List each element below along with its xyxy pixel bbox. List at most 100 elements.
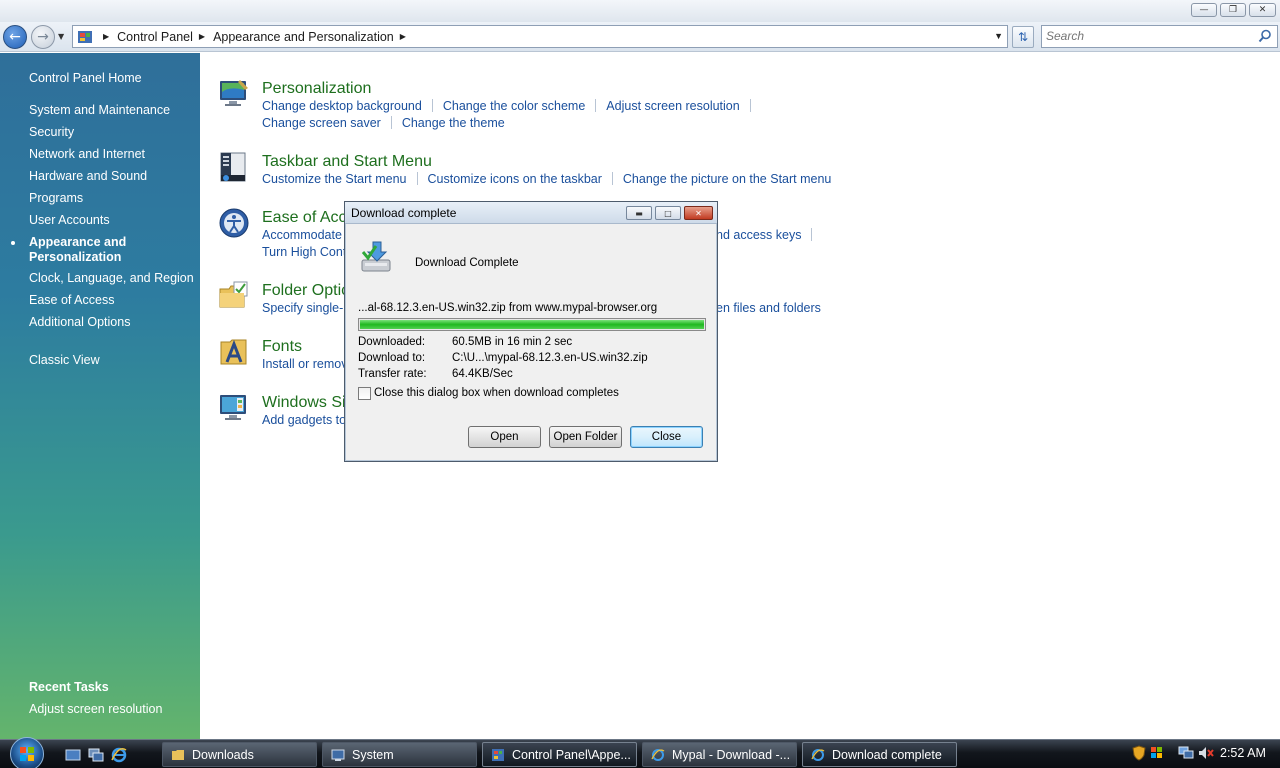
taskbar-item-download-complete[interactable]: Download complete <box>802 742 957 767</box>
link-access-keys-fragment[interactable]: nd access keys <box>716 228 801 242</box>
classic-view-link[interactable]: Classic View <box>29 353 100 368</box>
link-accommodate[interactable]: Accommodate <box>262 228 342 242</box>
nav-hardware-and-sound[interactable]: Hardware and Sound <box>29 169 147 184</box>
link-add-gadgets[interactable]: Add gadgets to <box>262 413 346 427</box>
taskbar-item-label: Mypal - Download -... <box>672 747 791 762</box>
search-input[interactable] <box>1046 29 1246 43</box>
taskbar-item-system[interactable]: System <box>322 742 477 767</box>
folder-options-icon <box>219 281 248 308</box>
link-hidden-files-fragment[interactable]: en files and folders <box>716 301 821 315</box>
open-button[interactable]: Open <box>468 426 541 448</box>
download-source: ...al-68.12.3.en-US.win32.zip from www.m… <box>358 302 658 314</box>
nav-appearance-and-personalization[interactable]: Appearance and Personalization <box>29 235 129 265</box>
link-install-remove-font[interactable]: Install or remov <box>262 357 347 371</box>
close-when-complete-label[interactable]: Close this dialog box when download comp… <box>374 387 619 399</box>
dialog-title-bar[interactable]: Download complete ▬ □ ✕ <box>345 202 717 224</box>
nav-clock-language-region[interactable]: Clock, Language, and Region <box>29 271 194 286</box>
taskbar-item-downloads[interactable]: Downloads <box>162 742 317 767</box>
windows-logo-icon <box>20 747 34 761</box>
breadcrumb-control-panel[interactable]: Control Panel <box>117 30 193 44</box>
minimize-icon: — <box>1199 5 1209 15</box>
category-links: Add gadgets to <box>262 413 346 427</box>
recent-pages-dropdown[interactable]: ▼ <box>58 32 64 41</box>
taskbar-item-label: Downloads <box>192 747 254 762</box>
search-box[interactable] <box>1041 25 1278 48</box>
address-field[interactable]: ▶ Control Panel ▶ Appearance and Persona… <box>72 25 1008 48</box>
download-progress-bar <box>358 318 706 331</box>
dialog-title: Download complete <box>351 206 457 220</box>
category-links: Customize the Start menu Customize icons … <box>262 172 831 186</box>
breadcrumb-separator-icon: ▶ <box>399 32 406 41</box>
dialog-minimize-button[interactable]: ▬ <box>626 206 652 220</box>
back-button[interactable]: ← <box>3 25 27 49</box>
maximize-icon: ❐ <box>1228 5 1238 15</box>
category-links-right: nd access keys <box>716 228 822 242</box>
link-separator <box>811 228 813 241</box>
refresh-icon: ⇅ <box>1017 30 1029 44</box>
link-customize-start-menu[interactable]: Customize the Start menu <box>262 172 407 186</box>
taskbar-item-control-panel[interactable]: Control Panel\Appe... <box>482 742 637 767</box>
control-panel-icon <box>492 748 504 761</box>
show-desktop-icon[interactable] <box>65 747 81 763</box>
back-arrow-icon: ← <box>9 29 21 45</box>
clock[interactable]: 2:52 AM <box>1220 746 1266 760</box>
breadcrumb-appearance[interactable]: Appearance and Personalization <box>213 30 394 44</box>
nav-ease-of-access[interactable]: Ease of Access <box>29 293 114 308</box>
link-adjust-screen-resolution[interactable]: Adjust screen resolution <box>606 99 739 113</box>
forward-button[interactable]: → <box>31 25 55 49</box>
nav-programs[interactable]: Programs <box>29 191 83 206</box>
link-specify-single-click[interactable]: Specify single- <box>262 301 343 315</box>
switch-windows-icon[interactable] <box>88 747 104 763</box>
internet-explorer-icon[interactable] <box>111 747 127 763</box>
left-navigation-pane: Control Panel Home System and Maintenanc… <box>0 53 200 739</box>
transfer-rate-label: Transfer rate: <box>358 368 427 380</box>
link-change-the-theme[interactable]: Change the theme <box>402 116 505 130</box>
start-button[interactable] <box>10 737 44 768</box>
link-change-screen-saver[interactable]: Change screen saver <box>262 116 381 130</box>
link-change-start-menu-picture[interactable]: Change the picture on the Start menu <box>623 172 831 186</box>
category-title[interactable]: Folder Optic <box>262 282 349 300</box>
dialog-heading: Download Complete <box>415 257 519 269</box>
link-customize-taskbar-icons[interactable]: Customize icons on the taskbar <box>428 172 602 186</box>
maximize-button[interactable]: ❐ <box>1220 3 1246 17</box>
category-links: Change screen saver Change the theme <box>262 116 505 130</box>
link-separator <box>416 172 418 185</box>
dialog-close-button[interactable]: ✕ <box>684 206 713 220</box>
downloaded-label: Downloaded: <box>358 336 426 348</box>
minimize-button[interactable]: — <box>1191 3 1217 17</box>
close-when-complete-checkbox[interactable] <box>358 387 371 400</box>
category-title[interactable]: Ease of Acce <box>262 209 355 227</box>
nav-system-and-maintenance[interactable]: System and Maintenance <box>29 103 170 118</box>
category-title[interactable]: Personalization <box>262 80 371 98</box>
link-change-color-scheme[interactable]: Change the color scheme <box>443 99 585 113</box>
network-icon[interactable] <box>1178 746 1194 760</box>
close-window-button[interactable]: ✕ <box>1249 3 1276 17</box>
link-turn-high-contrast[interactable]: Turn High Cont <box>262 245 346 259</box>
system-icon <box>331 749 345 761</box>
link-change-desktop-background[interactable]: Change desktop background <box>262 99 422 113</box>
category-title[interactable]: Windows Si <box>262 394 346 412</box>
close-icon: ✕ <box>1258 5 1267 15</box>
volume-muted-icon[interactable] <box>1198 746 1214 760</box>
windows-update-icon[interactable] <box>1150 746 1164 760</box>
nav-user-accounts[interactable]: User Accounts <box>29 213 110 228</box>
minimize-icon: ▬ <box>635 208 643 218</box>
category-title[interactable]: Fonts <box>262 338 302 356</box>
category-title[interactable]: Taskbar and Start Menu <box>262 153 432 171</box>
nav-additional-options[interactable]: Additional Options <box>29 315 130 330</box>
nav-network-and-internet[interactable]: Network and Internet <box>29 147 145 162</box>
control-panel-home-link[interactable]: Control Panel Home <box>29 71 142 86</box>
close-icon: ✕ <box>695 208 702 218</box>
link-separator <box>611 172 613 185</box>
nav-security[interactable]: Security <box>29 125 74 140</box>
close-button[interactable]: Close <box>630 426 703 448</box>
refresh-button[interactable]: ⇅ <box>1012 26 1034 48</box>
dialog-maximize-button[interactable]: □ <box>655 206 681 220</box>
open-folder-button[interactable]: Open Folder <box>549 426 622 448</box>
address-dropdown-icon[interactable]: ▼ <box>994 31 1003 41</box>
search-icon[interactable] <box>1258 29 1272 43</box>
security-shield-icon[interactable] <box>1132 745 1146 761</box>
taskbar-item-label: Download complete <box>832 747 942 762</box>
recent-task-link[interactable]: Adjust screen resolution <box>29 702 162 716</box>
taskbar-item-mypal-download[interactable]: Mypal - Download -... <box>642 742 797 767</box>
